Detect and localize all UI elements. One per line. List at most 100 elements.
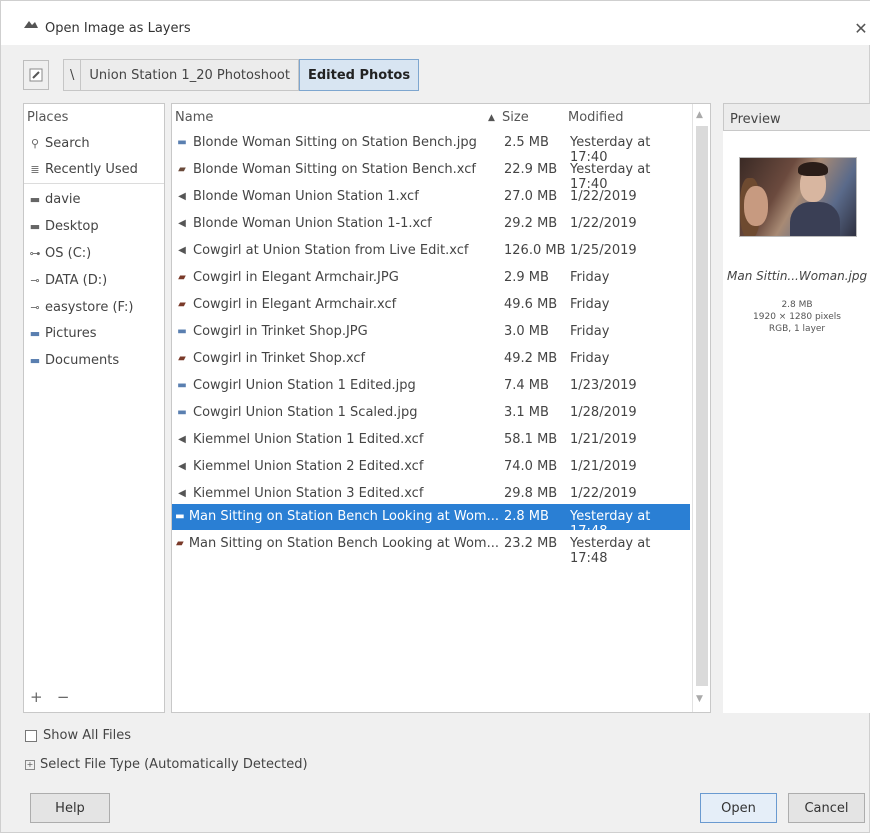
xcf-file-icon: ◀ (178, 461, 186, 472)
file-row[interactable]: ◀ Blonde Woman Union Station 1.xcf 27.0 M… (172, 184, 690, 210)
file-row[interactable]: ▰ Blonde Woman Sitting on Station Bench.x… (172, 157, 690, 192)
place-easystore-f[interactable]: ⊸ easystore (F:) (24, 296, 164, 318)
folder-icon: ▬ (29, 192, 41, 206)
file-name: Man Sitting on Station Bench Looking at … (188, 536, 499, 551)
scroll-up-icon[interactable]: ▲ (696, 110, 703, 120)
file-row[interactable]: ▬ Cowgirl in Trinket Shop.JPG 3.0 MB Frid… (172, 319, 690, 345)
place-recently-used[interactable]: ≣ Recently Used (24, 158, 164, 180)
file-row[interactable]: ◀ Kiemmel Union Station 2 Edited.xcf 74.0… (172, 454, 690, 480)
image-file-icon: ▰ (178, 272, 186, 283)
xcf-file-icon: ◀ (178, 434, 186, 445)
place-os-c[interactable]: ⊶ OS (C:) (24, 242, 164, 264)
place-pictures[interactable]: ▬ Pictures (24, 322, 164, 344)
file-size: 58.1 MB (504, 432, 558, 447)
show-all-files-label: Show All Files (43, 728, 131, 743)
title-bar: Open Image as Layers ✕ (1, 1, 870, 45)
drive-icon: ⊸ (30, 300, 40, 314)
file-modified: 1/25/2019 (570, 243, 637, 258)
show-all-files-toggle[interactable]: Show All Files (25, 728, 131, 743)
file-size: 23.2 MB (504, 536, 558, 551)
place-label: davie (45, 191, 81, 207)
place-label: Desktop (45, 218, 99, 234)
help-button[interactable]: Help (30, 793, 110, 823)
path-bar: \ Union Station 1_20 Photoshoot Edited P… (23, 59, 420, 91)
file-row[interactable]: ◀ Cowgirl at Union Station from Live Edit… (172, 238, 690, 264)
file-row[interactable]: ▬ Cowgirl Union Station 1 Edited.jpg 7.4 … (172, 373, 690, 399)
image-file-icon: ▬ (177, 407, 187, 418)
place-desktop[interactable]: ▬ Desktop (24, 215, 164, 237)
xcf-file-icon: ▰ (178, 353, 186, 364)
file-row[interactable]: ▰ Man Sitting on Station Bench Looking at… (172, 531, 690, 566)
xcf-file-icon: ◀ (178, 488, 186, 499)
edit-location-button[interactable] (23, 60, 49, 90)
place-davie[interactable]: ▬ davie (24, 188, 164, 210)
xcf-file-icon: ▰ (178, 164, 186, 175)
preview-dimensions: 1920 × 1280 pixels (753, 312, 841, 322)
file-row-selected[interactable]: ▬ Man Sitting on Station Bench Looking at… (172, 504, 690, 539)
places-header: Places (27, 110, 69, 125)
file-name: Blonde Woman Sitting on Station Bench.jp… (193, 135, 477, 150)
add-bookmark-button[interactable]: + (30, 688, 43, 706)
file-name: Cowgirl at Union Station from Live Edit.… (193, 243, 469, 258)
place-label: easystore (F:) (45, 299, 134, 315)
places-sidebar: Places ⚲ Search ≣ Recently Used ▬ davie … (23, 103, 165, 713)
xcf-file-icon: ◀ (178, 245, 186, 256)
path-crumb-current[interactable]: Edited Photos (298, 59, 420, 91)
drive-icon: ⊶ (29, 246, 41, 260)
preview-info: 2.8 MB 1920 × 1280 pixels RGB, 1 layer (723, 299, 870, 335)
place-documents[interactable]: ▬ Documents (24, 349, 164, 371)
file-modified: Friday (570, 270, 610, 285)
place-label: Search (45, 135, 90, 151)
expand-icon[interactable]: + (25, 759, 35, 770)
file-modified: Friday (570, 324, 610, 339)
show-all-files-checkbox[interactable] (25, 729, 37, 742)
file-size: 126.0 MB (504, 243, 566, 258)
column-name-header[interactable]: Name (175, 110, 213, 125)
path-root-button[interactable]: \ (63, 59, 81, 91)
xcf-file-icon: ◀ (178, 218, 186, 229)
file-name: Kiemmel Union Station 2 Edited.xcf (193, 459, 424, 474)
file-row[interactable]: ▬ Blonde Woman Sitting on Station Bench.j… (172, 130, 690, 165)
open-button[interactable]: Open (700, 793, 777, 823)
folder-icon: ▬ (29, 353, 41, 367)
column-modified-header[interactable]: Modified (568, 110, 623, 125)
file-name: Blonde Woman Union Station 1-1.xcf (193, 216, 432, 231)
place-search[interactable]: ⚲ Search (24, 132, 164, 154)
gimp-icon (24, 21, 38, 28)
image-file-icon: ▬ (177, 380, 187, 391)
file-name: Kiemmel Union Station 1 Edited.xcf (193, 432, 424, 447)
path-crumb-parent[interactable]: Union Station 1_20 Photoshoot (80, 59, 299, 91)
file-name: Cowgirl in Trinket Shop.xcf (193, 351, 366, 366)
file-modified: 1/22/2019 (570, 486, 637, 501)
file-name: Cowgirl in Elegant Armchair.xcf (193, 297, 397, 312)
remove-bookmark-button[interactable]: − (57, 688, 70, 706)
file-row[interactable]: ▰ Cowgirl in Elegant Armchair.xcf 49.6 MB… (172, 292, 690, 318)
open-image-dialog: Open Image as Layers ✕ \ Union Station 1… (0, 0, 870, 833)
file-row[interactable]: ◀ Kiemmel Union Station 1 Edited.xcf 58.1… (172, 427, 690, 453)
place-label: DATA (D:) (45, 272, 108, 288)
file-row[interactable]: ▰ Cowgirl in Elegant Armchair.JPG 2.9 MB … (172, 265, 690, 291)
pencil-icon (29, 68, 43, 82)
preview-filename: Man Sittin...Woman.jpg (727, 269, 868, 283)
file-row[interactable]: ▬ Cowgirl Union Station 1 Scaled.jpg 3.1 … (172, 400, 690, 426)
preview-button[interactable]: Preview (723, 103, 870, 131)
file-row[interactable]: ◀ Blonde Woman Union Station 1-1.xcf 29.2… (172, 211, 690, 237)
file-row[interactable]: ▰ Cowgirl in Trinket Shop.xcf 49.2 MB Fri… (172, 346, 690, 372)
scroll-down-icon[interactable]: ▼ (696, 694, 703, 704)
place-label: Documents (45, 352, 120, 368)
file-list-scrollbar[interactable]: ▲ ▼ (692, 104, 710, 712)
column-size-header[interactable]: Size (502, 110, 529, 125)
file-name: Kiemmel Union Station 3 Edited.xcf (193, 486, 424, 501)
sort-arrow-icon: ▲ (488, 113, 495, 123)
select-file-type-expander[interactable]: + Select File Type (Automatically Detect… (25, 757, 308, 772)
place-data-d[interactable]: ⊸ DATA (D:) (24, 269, 164, 291)
file-name: Cowgirl Union Station 1 Scaled.jpg (193, 405, 418, 420)
file-name: Cowgirl in Elegant Armchair.JPG (193, 270, 399, 285)
scroll-thumb[interactable] (696, 126, 708, 686)
file-modified: 1/28/2019 (570, 405, 637, 420)
close-icon[interactable]: ✕ (851, 19, 870, 39)
file-modified: Friday (570, 351, 610, 366)
xcf-file-icon: ▰ (176, 538, 184, 549)
file-size: 7.4 MB (504, 378, 549, 393)
cancel-button[interactable]: Cancel (788, 793, 865, 823)
